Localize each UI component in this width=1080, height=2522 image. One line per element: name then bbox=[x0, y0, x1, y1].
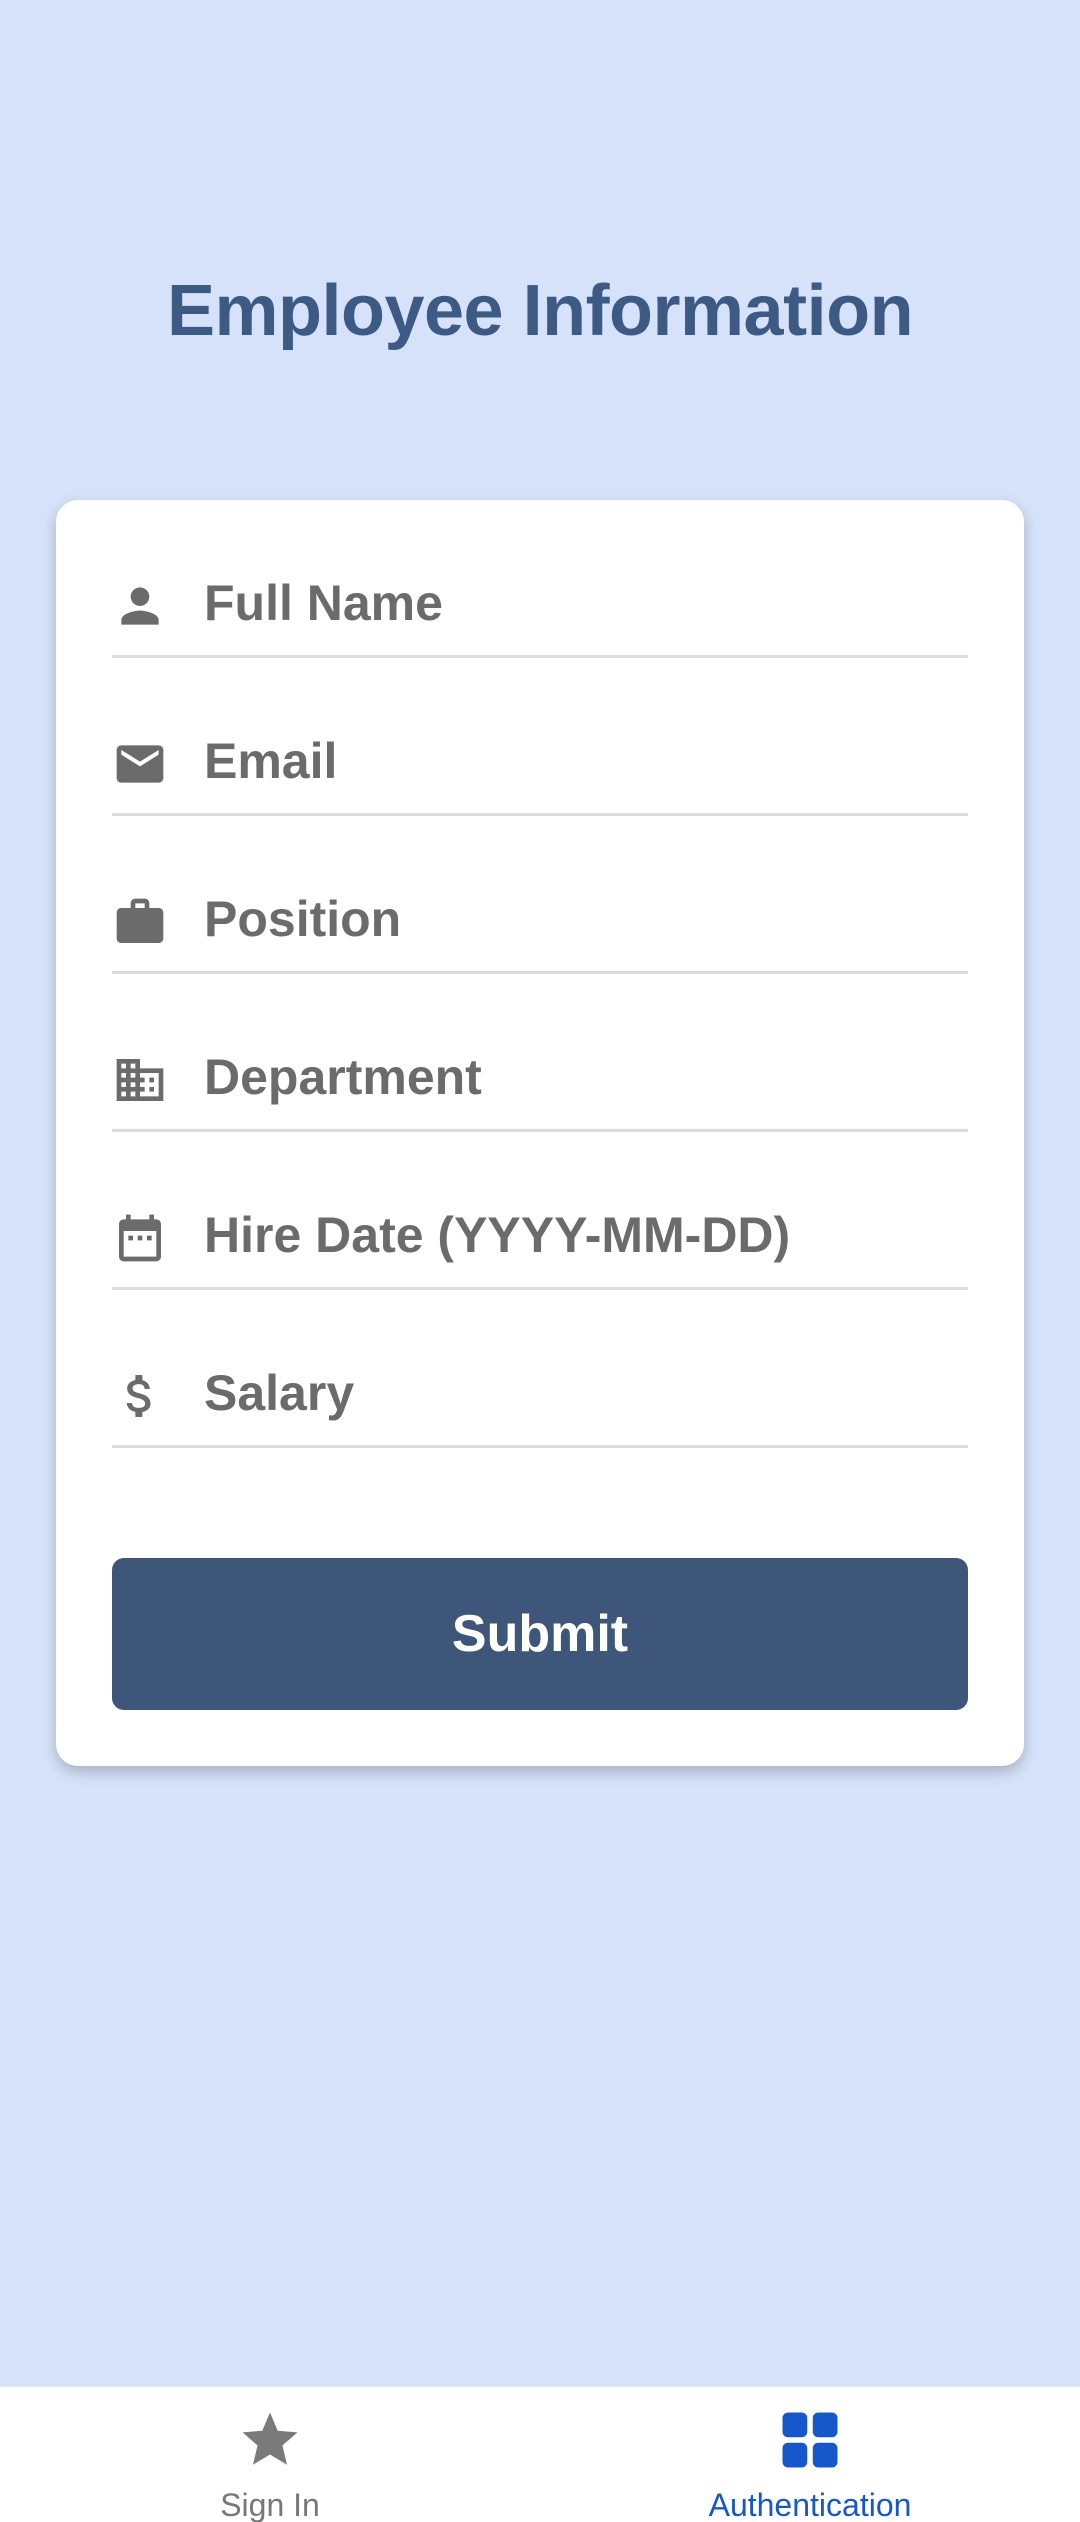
mail-icon bbox=[112, 736, 168, 792]
bottom-navigation: Sign In Authentication bbox=[0, 2386, 1080, 2522]
hire-date-field bbox=[112, 1132, 968, 1290]
briefcase-icon bbox=[112, 894, 168, 950]
page-title: Employee Information bbox=[166, 271, 914, 351]
department-field bbox=[112, 974, 968, 1132]
calendar-icon bbox=[112, 1210, 168, 1266]
department-input[interactable] bbox=[204, 1032, 964, 1122]
nav-item-authentication[interactable]: Authentication bbox=[540, 2387, 1080, 2522]
position-input[interactable] bbox=[204, 874, 964, 964]
position-field bbox=[112, 816, 968, 974]
email-field bbox=[112, 658, 968, 816]
nav-label-sign-in: Sign In bbox=[220, 2487, 320, 2522]
hire-date-input[interactable] bbox=[204, 1190, 964, 1280]
email-input[interactable] bbox=[204, 716, 964, 806]
grid-icon bbox=[777, 2407, 843, 2473]
employee-info-screen: Employee Information Full Name Email Pos… bbox=[0, 0, 1080, 2522]
submit-button[interactable]: Submit bbox=[112, 1558, 968, 1710]
full-name-input[interactable] bbox=[204, 558, 964, 648]
building-icon bbox=[112, 1052, 168, 1108]
full-name-field bbox=[112, 500, 968, 658]
nav-label-authentication: Authentication bbox=[708, 2487, 912, 2522]
nav-item-sign-in[interactable]: Sign In bbox=[0, 2387, 540, 2522]
salary-field bbox=[112, 1290, 968, 1448]
dollar-icon bbox=[112, 1368, 168, 1424]
star-icon bbox=[237, 2407, 303, 2473]
person-icon bbox=[112, 578, 168, 634]
salary-input[interactable] bbox=[204, 1348, 964, 1438]
employee-form-card: Submit bbox=[56, 500, 1024, 1766]
